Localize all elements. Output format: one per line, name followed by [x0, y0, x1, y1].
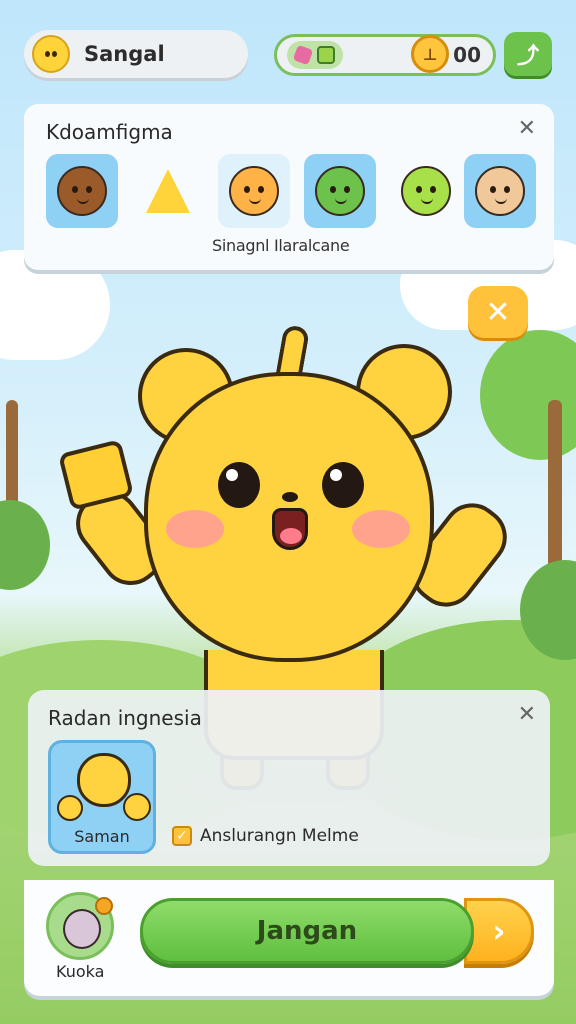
close-icon[interactable]: ✕: [518, 116, 536, 141]
character-caption: Sinagnl Ilaralcane: [212, 236, 350, 255]
small-creature-icon: [57, 795, 83, 821]
share-button[interactable]: ⤴: [504, 32, 552, 76]
reward-card[interactable]: Saman: [48, 740, 156, 854]
gems-icon: [287, 41, 343, 69]
character-slot[interactable]: [218, 154, 290, 228]
character-slot[interactable]: [390, 154, 462, 228]
action-bar: Kuoka › Jangan: [24, 880, 554, 996]
character-list: [46, 154, 536, 228]
character-select-panel: Kdoamfigma ✕ Sinagnl Ilaralcane: [24, 104, 554, 270]
pet-label: Kuoka: [56, 962, 105, 981]
chevron-right-icon: ›: [492, 912, 506, 950]
close-icon: ✕: [485, 294, 511, 330]
orange-bear-icon: [229, 166, 279, 216]
player-avatar: [32, 35, 70, 73]
player-profile[interactable]: Sangal: [24, 30, 248, 78]
reward-panel: Radan ingnesia ✕ Saman ✓ Anslurangn Melm…: [28, 690, 550, 866]
coin-icon: ⊥: [411, 35, 449, 73]
character-slot[interactable]: [304, 154, 376, 228]
reward-card-label: Saman: [74, 827, 130, 846]
character-slot[interactable]: [464, 154, 536, 228]
reward-title: Radan ingnesia: [48, 706, 202, 730]
play-button[interactable]: Jangan: [140, 898, 474, 964]
bear-reward-icon: [77, 753, 131, 807]
close-icon[interactable]: ✕: [518, 702, 536, 727]
reward-option[interactable]: ✓ Anslurangn Melme: [172, 826, 359, 846]
panel-title: Kdoamfigma: [46, 120, 173, 144]
star-creature-icon: [146, 169, 190, 213]
character-slot[interactable]: [46, 154, 118, 228]
spiky-creature-icon: [57, 166, 107, 216]
play-button-label: Jangan: [256, 916, 358, 946]
checkbox-label: Anslurangn Melme: [200, 826, 359, 846]
coin-count: 00: [453, 43, 481, 67]
tan-bear-icon: [475, 166, 525, 216]
character-slot[interactable]: [132, 154, 204, 228]
share-icon: ⤴: [516, 44, 539, 69]
resource-bar[interactable]: ⊥ 00: [274, 34, 496, 76]
green-frog-icon: [315, 166, 365, 216]
small-creature-icon: [123, 793, 151, 821]
pet-avatar[interactable]: [46, 892, 114, 960]
bush: [0, 500, 50, 590]
checkbox[interactable]: ✓: [172, 826, 192, 846]
pet-tail-icon: [95, 897, 113, 915]
close-button[interactable]: ✕: [468, 286, 528, 338]
green-virus-icon: [401, 166, 451, 216]
pet-icon: [63, 909, 101, 949]
next-button[interactable]: ›: [464, 898, 534, 964]
player-name: Sangal: [84, 42, 165, 66]
